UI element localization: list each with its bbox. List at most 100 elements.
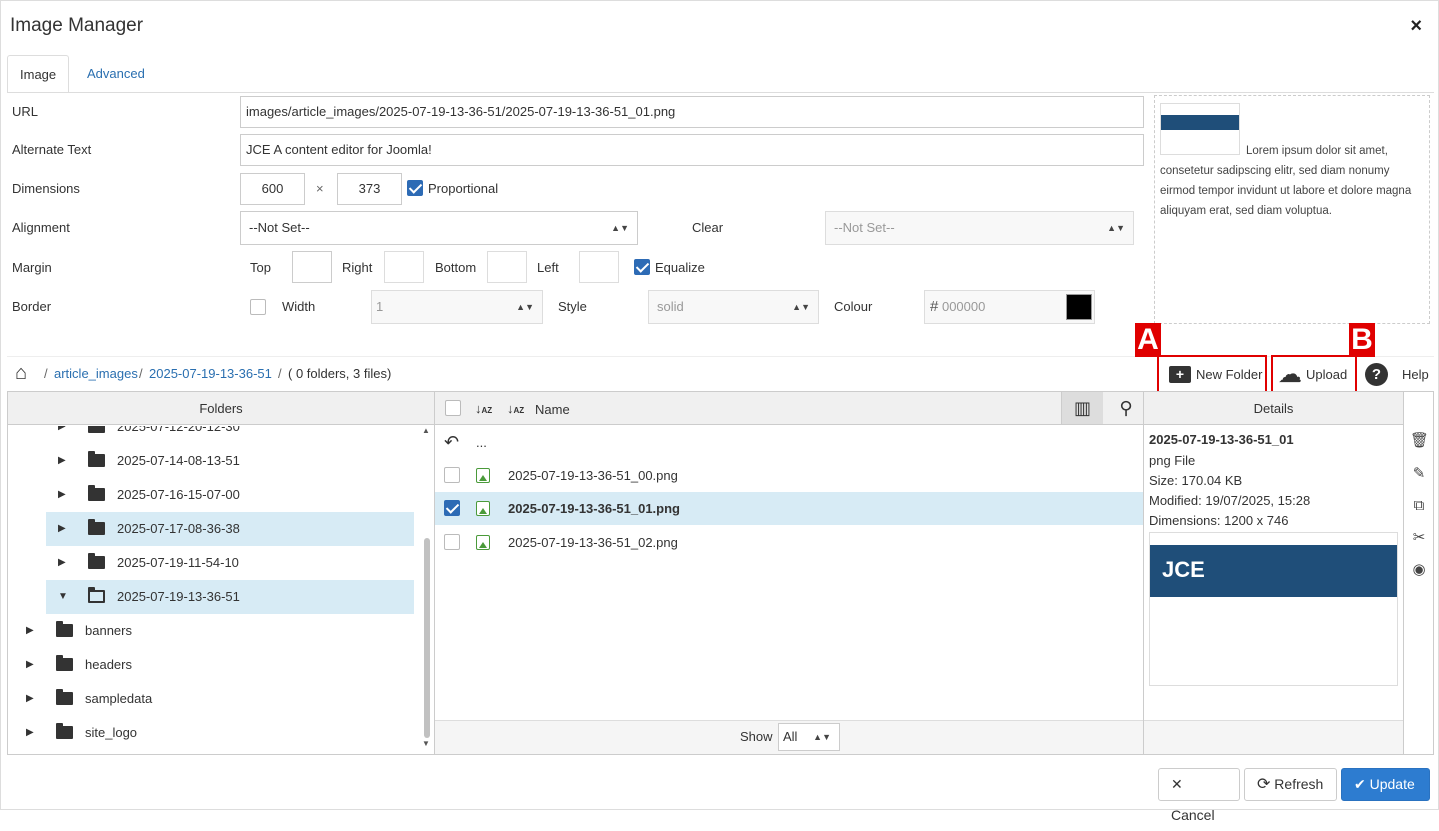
margin-left-input[interactable] [579,251,619,283]
proportional-label: Proportional [428,181,499,196]
clear-select[interactable]: --Not Set-- ▲▼ [825,211,1134,245]
refresh-label: Refresh [1274,776,1324,792]
parent-folder-row[interactable]: ↶ ... [435,426,1143,459]
details-size: Size: 170.04 KB [1149,473,1243,488]
times-sign: × [316,181,324,196]
width-input[interactable]: 600 [240,173,305,205]
proportional-checkbox[interactable] [407,180,423,196]
folder-scrollbar[interactable]: ▲ ▼ [422,426,432,752]
caret-right-icon[interactable]: ▶ [58,444,66,478]
caret-right-icon[interactable]: ▶ [26,648,34,682]
details-footer [1144,720,1403,754]
tab-divider [7,92,1434,93]
caret-right-icon[interactable]: ▶ [26,614,34,648]
caret-right-icon[interactable]: ▶ [58,478,66,512]
folder-icon [88,426,105,433]
colour-placeholder: 000000 [941,299,986,314]
clear-value: --Not Set-- [834,220,895,235]
equalize-checkbox[interactable] [634,259,650,275]
caret-right-icon[interactable]: ▶ [26,716,34,750]
alt-text-input[interactable]: JCE A content editor for Joomla! [240,134,1144,166]
scrollbar-thumb[interactable] [424,538,430,738]
border-style-select[interactable]: solid ▲▼ [648,290,819,324]
home-icon[interactable]: ⌂ [15,362,27,385]
view-eye-icon[interactable]: ◉ [1410,561,1428,579]
file-checkbox[interactable] [444,534,460,550]
show-select[interactable]: All ▲▼ [778,723,840,751]
tree-item[interactable]: ▶ 2025-07-12-20-12-30 [8,426,420,444]
file-row[interactable]: 2025-07-19-13-36-51_02.png [435,526,1143,559]
check-icon: ✔ [1354,776,1366,792]
tree-item[interactable]: ▶ sampledata [8,682,420,716]
sort-az-icon[interactable]: ↓AZ [475,392,492,427]
file-row-selected[interactable]: 2025-07-19-13-36-51_01.png [435,492,1143,525]
tree-item[interactable]: ▶ 2025-07-14-08-13-51 [8,444,420,478]
border-checkbox[interactable] [250,299,266,315]
folder-icon [56,723,73,739]
scroll-up-icon[interactable]: ▲ [422,426,430,435]
copy-icon[interactable]: ⧉ [1410,497,1428,515]
border-width-select[interactable]: 1 ▲▼ [371,290,543,324]
tree-item[interactable]: ▶ site_logo [8,716,420,750]
preview-area: Lorem ipsum dolor sit amet, consetetur s… [1154,95,1430,324]
rename-edit-icon[interactable]: ✎ [1410,465,1428,483]
caret-right-icon[interactable]: ▶ [58,546,66,580]
search-icon[interactable]: ⚲ [1111,392,1141,425]
tab-advanced[interactable]: Advanced [75,55,157,93]
tree-item-selected[interactable]: ▶ 2025-07-17-08-36-38 [46,512,414,546]
columns-view-icon[interactable]: ▥ [1061,392,1103,424]
caret-right-icon[interactable]: ▶ [58,512,66,546]
border-style-value: solid [657,299,684,314]
cancel-button[interactable]: ✕ Cancel [1158,768,1240,823]
tree-item-label: 2025-07-19-11-54-10 [117,555,239,570]
cut-icon[interactable]: ✂ [1410,529,1428,547]
caret-down-icon[interactable]: ▼ [58,580,68,614]
delete-icon[interactable]: 🗑 [1410,432,1429,450]
equalize-label: Equalize [655,260,705,275]
file-row[interactable]: 2025-07-19-13-36-51_00.png [435,459,1143,492]
tree-item[interactable]: ▶ 2025-07-19-11-54-10 [8,546,420,580]
refresh-button[interactable]: ⟳ Refresh [1244,768,1337,801]
folder-icon [88,485,105,501]
tab-image[interactable]: Image [7,55,70,93]
sort-name-icon[interactable]: ↓AZ [507,392,524,427]
close-icon[interactable]: × [1410,15,1422,38]
details-preview-image: JCE [1149,532,1398,686]
tree-item-label: sampledata [85,691,153,706]
file-checkbox[interactable] [444,467,460,483]
annotation-b-box [1271,355,1357,393]
show-label: Show [740,729,773,744]
details-dimensions: Dimensions: 1200 x 746 [1149,513,1289,528]
update-button[interactable]: ✔ Update [1341,768,1430,801]
alignment-select[interactable]: --Not Set-- ▲▼ [240,211,638,245]
tree-item-current[interactable]: ▼ 2025-07-19-13-36-51 [46,580,414,614]
height-input[interactable]: 373 [337,173,402,205]
breadcrumb-article-images[interactable]: article_images [54,366,138,381]
preview-logo-text: JCE [1162,557,1205,582]
help-button[interactable]: ? Help [1364,357,1434,392]
margin-right-input[interactable] [384,251,424,283]
sort-az-text: AZ [481,406,493,415]
breadcrumb-current-folder[interactable]: 2025-07-19-13-36-51 [149,366,272,381]
caret-right-icon[interactable]: ▶ [58,426,66,444]
tree-item[interactable]: ▶ headers [8,648,420,682]
alt-text-label: Alternate Text [12,142,92,157]
name-column-header[interactable]: Name [535,393,570,426]
scroll-down-icon[interactable]: ▼ [422,739,430,748]
margin-bottom-input[interactable] [487,251,527,283]
margin-right-label: Right [342,260,373,275]
tree-item[interactable]: ▶ 2025-07-16-15-07-00 [8,478,420,512]
margin-left-label: Left [537,260,559,275]
colour-swatch[interactable] [1066,294,1092,320]
margin-bottom-label: Bottom [435,260,477,275]
file-checkbox[interactable] [444,500,460,516]
border-width-label: Width [282,299,316,314]
margin-top-input[interactable] [292,251,332,283]
caret-right-icon[interactable]: ▶ [26,682,34,716]
url-input[interactable]: images/article_images/2025-07-19-13-36-5… [240,96,1144,128]
select-all-checkbox[interactable] [445,400,461,416]
details-header: Details [1144,392,1403,425]
tree-item[interactable]: ▶ banners [8,614,420,648]
select-arrows-icon: ▲▼ [611,223,629,233]
folder-open-icon [88,587,105,603]
